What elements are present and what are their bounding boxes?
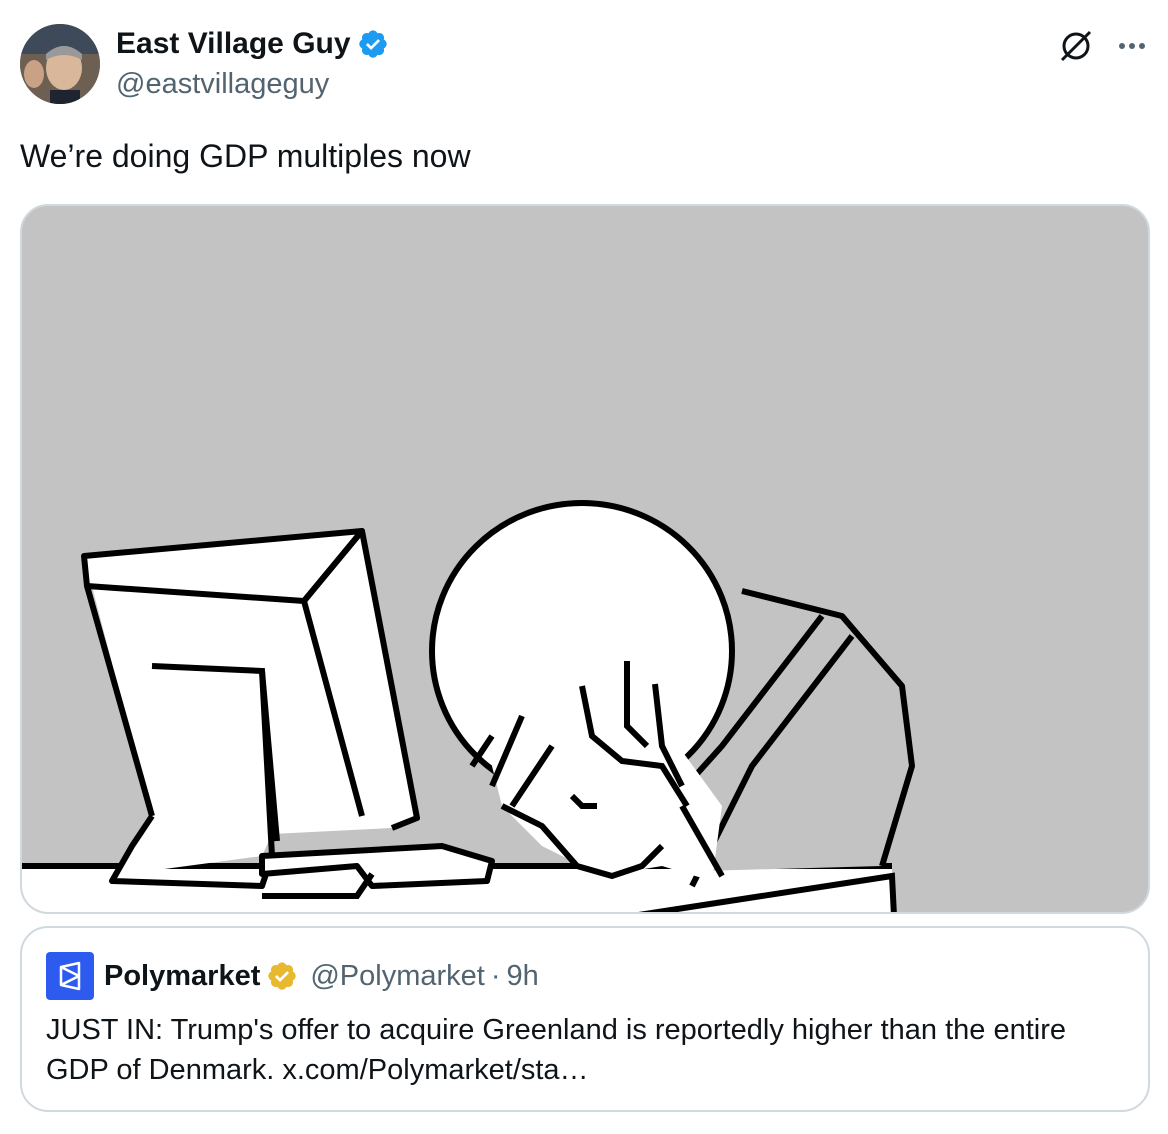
- avatar[interactable]: [20, 24, 100, 104]
- tweet-media[interactable]: [20, 204, 1150, 914]
- quoted-display-name: Polymarket: [104, 960, 261, 992]
- gold-verified-badge-icon: [268, 962, 297, 990]
- quoted-handle: @Polymarket: [310, 960, 485, 992]
- quoted-tweet-header: Polymarket @Polymarket · 9h: [46, 952, 539, 1000]
- avatar-photo: [20, 24, 100, 104]
- author-row: East Village Guy: [116, 26, 389, 62]
- polymarket-logo-icon: [46, 952, 94, 1000]
- quoted-tweet[interactable]: Polymarket @Polymarket · 9h JUST IN: Tru…: [20, 926, 1150, 1112]
- separator-dot: ·: [490, 959, 501, 992]
- meme-image: [22, 500, 915, 912]
- more-icon[interactable]: [1112, 26, 1152, 66]
- verified-badge-icon: [358, 30, 387, 58]
- author-handle[interactable]: @eastvillageguy: [116, 66, 329, 102]
- tweet-text: We’re doing GDP multiples now: [20, 138, 471, 174]
- grok-icon[interactable]: [1056, 26, 1096, 66]
- quoted-timestamp: 9h: [506, 959, 539, 992]
- quoted-tweet-text: JUST IN: Trump's offer to acquire Greenl…: [46, 1014, 1066, 1086]
- author-display-name[interactable]: East Village Guy: [116, 26, 351, 62]
